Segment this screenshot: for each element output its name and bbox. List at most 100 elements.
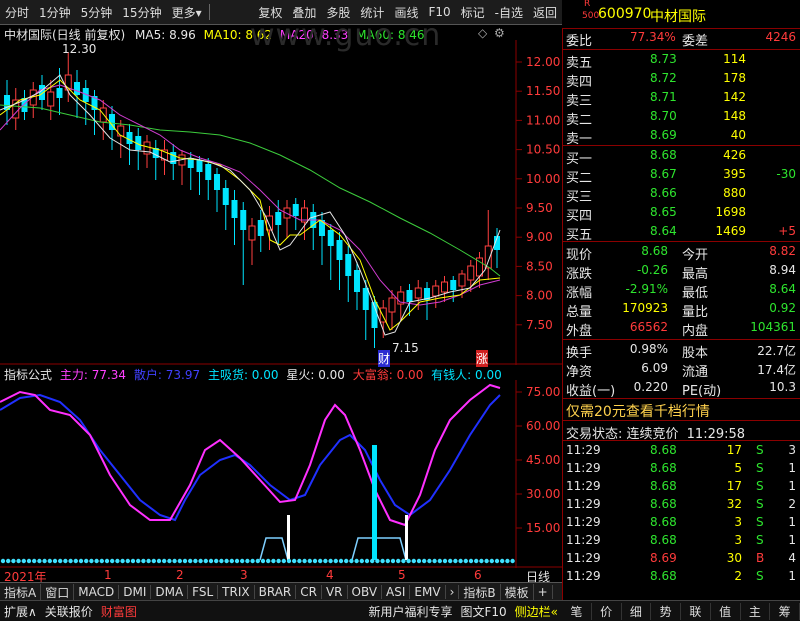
order-price: 8.72 xyxy=(650,71,677,85)
limit-up-badge[interactable]: 涨 xyxy=(476,350,489,367)
indicator-tab-14[interactable]: 指标B xyxy=(459,583,501,601)
right-tab-7[interactable]: 筹 xyxy=(770,602,800,620)
order-volume: 426 xyxy=(723,148,746,162)
tab-15min[interactable]: 15分钟 xyxy=(117,4,166,21)
right-tab-6[interactable]: 主 xyxy=(741,602,771,620)
tick-count: 1 xyxy=(788,461,796,475)
indicator-tab-1[interactable]: 窗口 xyxy=(41,583,75,601)
quote-label: 量比 xyxy=(682,305,709,320)
tab-more[interactable]: 更多▾ xyxy=(167,4,207,21)
right-tabs: 笔价细势联值主筹 xyxy=(562,600,800,621)
dot-row xyxy=(0,558,515,564)
indicator-tab-9[interactable]: VR xyxy=(322,585,348,599)
order-level-label: 卖四 xyxy=(566,75,593,90)
related-quote-button[interactable]: 关联报价 xyxy=(41,603,97,620)
right-tab-4[interactable]: 联 xyxy=(681,602,711,620)
month-label-4: 4 xyxy=(326,568,334,582)
tick-price: 8.68 xyxy=(650,479,677,493)
tick-side: S xyxy=(756,533,764,547)
sell-row[interactable]: 卖五 8.73 114 xyxy=(566,52,798,71)
fund-label: 净资 xyxy=(566,365,593,380)
buy-row[interactable]: 买四 8.65 1698 xyxy=(566,205,798,224)
quote-row: 总量 170923 量比 0.92 xyxy=(566,301,798,320)
white-signal-bar-2 xyxy=(405,515,408,560)
right-tab-0[interactable]: 笔 xyxy=(562,602,592,620)
gear-icon[interactable]: ⚙ xyxy=(494,26,505,40)
right-tab-2[interactable]: 细 xyxy=(622,602,652,620)
quote-row: 涨幅 -2.91% 最低 8.64 xyxy=(566,282,798,301)
stock-name: 中材国际 xyxy=(650,9,706,25)
weicha-value: 4246 xyxy=(765,30,796,44)
sell-row[interactable]: 卖二 8.70 148 xyxy=(566,109,798,128)
weicha-label: 委差 xyxy=(682,34,709,49)
right-tab-1[interactable]: 价 xyxy=(592,602,622,620)
indicator-tab-11[interactable]: ASI xyxy=(382,585,411,599)
buy-row[interactable]: 买三 8.66 880 xyxy=(566,186,798,205)
fund-row: 收益(一) 0.220 PE(动) 10.3 xyxy=(566,380,798,399)
financial-report-badge[interactable]: 财 xyxy=(378,350,391,367)
right-tab-5[interactable]: 值 xyxy=(711,602,741,620)
tab-5min[interactable]: 5分钟 xyxy=(76,4,118,21)
tick-row: 11:29 8.69 30 B 4 xyxy=(566,551,798,570)
fund-label: 换手 xyxy=(566,346,593,361)
weibi-row: 委比 77.34% 委差 4246 xyxy=(566,30,798,49)
indicator-tab-3[interactable]: DMI xyxy=(119,585,152,599)
indicator-tab-12[interactable]: EMV xyxy=(410,585,446,599)
indicator-tab-15[interactable]: 模板 xyxy=(501,583,534,601)
indicator-tab-10[interactable]: OBV xyxy=(348,585,383,599)
indicator-tab-4[interactable]: DMA xyxy=(151,585,189,599)
tick-row: 11:29 8.68 17 S 3 xyxy=(566,443,798,462)
order-volume: 880 xyxy=(723,186,746,200)
indicator-tab-8[interactable]: CR xyxy=(296,585,322,599)
tick-time: 11:29 xyxy=(566,461,601,475)
expand-button[interactable]: 扩展∧ xyxy=(0,603,41,620)
fund-label: 流通 xyxy=(682,365,709,380)
indicator-tab-13[interactable]: › xyxy=(446,585,460,599)
diamond-icon[interactable]: ◇ xyxy=(478,26,487,40)
ma20-line xyxy=(0,84,501,306)
quote-value: 8.68 xyxy=(641,244,668,258)
quote-label: 最高 xyxy=(682,267,709,282)
back-button[interactable]: 返回 xyxy=(528,4,562,21)
price-tick-label: 9.00 xyxy=(526,230,553,244)
indicator-tab-7[interactable]: BRAR xyxy=(255,585,297,599)
remove-favorite-button[interactable]: -自选 xyxy=(490,4,528,21)
quote-label: 涨幅 xyxy=(566,286,593,301)
buy-row[interactable]: 买一 8.68 426 xyxy=(566,148,798,167)
indicator-tab-6[interactable]: TRIX xyxy=(218,585,255,599)
f10-graphic-button[interactable]: 图文F10 xyxy=(456,603,510,620)
sidebar-toggle-button[interactable]: 侧边栏« xyxy=(511,603,562,620)
buy-row[interactable]: 买二 8.67 395 -30 xyxy=(566,167,798,186)
wealth-chart-button[interactable]: 财富图 xyxy=(97,603,141,620)
tick-row: 11:29 8.68 3 S 1 xyxy=(566,533,798,552)
tick-row: 11:29 8.68 5 S 1 xyxy=(566,461,798,480)
indicator-tabs: 指标A 窗口 MACD DMI DMA FSL TRIX BRAR CR VR OBV ASI EMV ›… xyxy=(0,582,562,601)
quote-label: 涨跌 xyxy=(566,267,593,282)
indicator-tab-0[interactable]: 指标A xyxy=(0,583,42,601)
order-price: 8.65 xyxy=(650,205,677,219)
sell-row[interactable]: 卖三 8.71 142 xyxy=(566,90,798,109)
order-volume: 40 xyxy=(730,128,746,142)
tick-time: 11:29 xyxy=(566,533,601,547)
new-user-benefit-link[interactable]: 新用户福利专享 xyxy=(364,603,456,620)
tick-count: 1 xyxy=(788,533,796,547)
tick-volume: 3 xyxy=(734,533,742,547)
fund-value: 0.98% xyxy=(629,342,668,356)
right-tab-3[interactable]: 势 xyxy=(651,602,681,620)
tick-price: 8.68 xyxy=(650,461,677,475)
high-price-mark: 12.30 xyxy=(62,42,97,56)
indicator-tab-16[interactable]: + xyxy=(534,585,553,599)
tick-time: 11:29 xyxy=(566,497,601,511)
indicator-tab-2[interactable]: MACD xyxy=(74,585,120,599)
sell-row[interactable]: 卖一 8.69 40 xyxy=(566,128,798,147)
fund-row: 换手 0.98% 股本 22.7亿 xyxy=(566,342,798,361)
buy-row[interactable]: 买五 8.64 1469 +5 xyxy=(566,224,798,243)
tab-1min[interactable]: 1分钟 xyxy=(34,4,76,21)
mark-button[interactable]: 标记 xyxy=(456,4,490,21)
sell-row[interactable]: 卖四 8.72 178 xyxy=(566,71,798,90)
promo-link[interactable]: 仅需20元查看千档行情 xyxy=(566,401,710,421)
tab-fenshi[interactable]: 分时 xyxy=(0,4,34,21)
quote-value: 8.64 xyxy=(769,282,796,296)
indicator-tab-5[interactable]: FSL xyxy=(188,585,219,599)
f10-button[interactable]: F10 xyxy=(423,5,455,19)
